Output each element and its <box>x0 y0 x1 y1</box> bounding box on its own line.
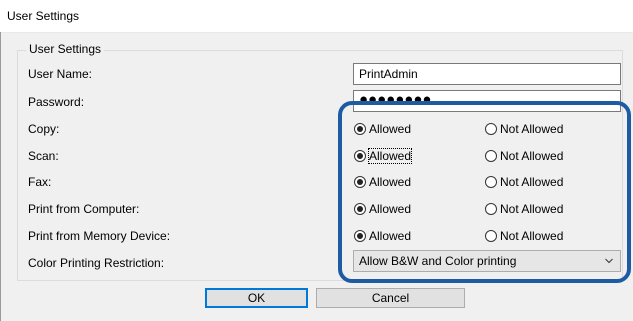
group-label: User Settings <box>26 42 105 56</box>
print-from-computer-not-allowed-radio[interactable]: Not Allowed <box>485 202 563 216</box>
radio-label: Allowed <box>369 229 412 243</box>
radio-checked-icon <box>354 203 366 215</box>
password-field[interactable]: ●●●●●●●● <box>353 90 621 112</box>
window-title: User Settings <box>7 9 80 23</box>
print-from-memory-device-not-allowed-radio[interactable]: Not Allowed <box>485 229 563 243</box>
color-restriction-select[interactable]: Allow B&W and Color printing <box>353 250 621 272</box>
title-bar: User Settings <box>0 0 633 33</box>
radio-unchecked-icon <box>485 123 497 135</box>
print-from-memory-device-label: Print from Memory Device: <box>28 229 171 243</box>
user-name-field[interactable]: PrintAdmin <box>353 63 621 85</box>
copy-allowed-radio[interactable]: Allowed <box>354 122 411 136</box>
ok-button[interactable]: OK <box>205 288 308 308</box>
scan-not-allowed-radio[interactable]: Not Allowed <box>485 149 563 163</box>
dialog-border <box>0 32 1 321</box>
radio-label: Allowed <box>369 202 412 216</box>
radio-unchecked-icon <box>485 150 497 162</box>
radio-label: Not Allowed <box>500 175 564 189</box>
radio-checked-icon <box>354 230 366 242</box>
fax-not-allowed-radio[interactable]: Not Allowed <box>485 175 563 189</box>
cancel-button[interactable]: Cancel <box>316 288 465 308</box>
print-from-computer-allowed-radio[interactable]: Allowed <box>354 202 411 216</box>
scan-allowed-radio[interactable]: Allowed <box>354 148 413 164</box>
password-label: Password: <box>28 95 85 109</box>
copy-not-allowed-radio[interactable]: Not Allowed <box>485 122 563 136</box>
radio-label: Allowed <box>369 175 412 189</box>
radio-checked-icon <box>354 150 366 162</box>
radio-checked-icon <box>354 176 366 188</box>
radio-label: Not Allowed <box>500 149 564 163</box>
radio-unchecked-icon <box>485 203 497 215</box>
ok-button-label: OK <box>247 291 266 305</box>
chevron-down-icon <box>605 258 613 264</box>
fax-label: Fax: <box>28 175 52 189</box>
radio-checked-icon <box>354 123 366 135</box>
user-name-label: User Name: <box>28 67 93 81</box>
fax-allowed-radio[interactable]: Allowed <box>354 175 411 189</box>
print-from-computer-label: Print from Computer: <box>28 202 140 216</box>
select-value: Allow B&W and Color printing <box>359 254 517 268</box>
scan-label: Scan: <box>28 149 59 163</box>
radio-unchecked-icon <box>485 176 497 188</box>
radio-label: Not Allowed <box>500 229 564 243</box>
radio-label: Not Allowed <box>500 202 564 216</box>
radio-label: Allowed <box>367 148 413 164</box>
print-from-memory-device-allowed-radio[interactable]: Allowed <box>354 229 411 243</box>
copy-label: Copy: <box>28 122 60 136</box>
radio-unchecked-icon <box>485 230 497 242</box>
radio-label: Not Allowed <box>500 122 564 136</box>
radio-label: Allowed <box>369 122 412 136</box>
color-restriction-label: Color Printing Restriction: <box>28 256 165 270</box>
cancel-button-label: Cancel <box>371 291 410 305</box>
